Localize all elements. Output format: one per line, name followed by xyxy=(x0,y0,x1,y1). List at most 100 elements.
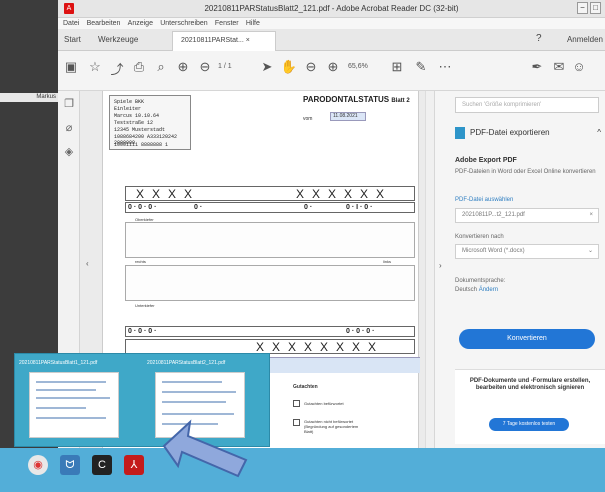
trial-button[interactable]: 7 Tage kostenlos testen xyxy=(489,418,569,431)
help-icon[interactable]: ? xyxy=(536,33,542,44)
thumbnail-label-1: 20210811PARStatusBlatt1_121.pdf xyxy=(19,360,98,366)
collapse-right-icon[interactable]: › xyxy=(439,261,442,270)
unterkiefer-label: Unterkiefer xyxy=(135,303,155,308)
select-cursor-icon[interactable]: ➤ xyxy=(258,59,276,75)
language-value: Deutsch Ändern xyxy=(455,286,498,294)
format-select-value: Microsoft Word (*.docx) xyxy=(462,248,525,254)
pages-thumbnail-icon[interactable]: ❐ xyxy=(62,97,76,110)
save-icon[interactable]: ▣ xyxy=(62,59,80,75)
vom-label: vom xyxy=(303,116,313,122)
maximize-button[interactable]: □ xyxy=(590,2,601,14)
zoom-in-icon[interactable]: ⊕ xyxy=(324,59,342,75)
links-label: links xyxy=(383,259,392,264)
collapse-left-icon[interactable]: ‹ xyxy=(86,259,89,268)
card-line: Marcus 10.10.64 xyxy=(114,113,160,119)
hand-tool-icon[interactable]: ✋ xyxy=(280,59,298,75)
left-pane-label: Markus xyxy=(0,93,58,102)
language-value-text: Deutsch xyxy=(455,287,478,293)
zoom-level[interactable]: 65,6% xyxy=(348,63,368,70)
selected-file-field[interactable]: 20210811P...t2_121.pdf × xyxy=(455,208,599,223)
selected-file-name: 20210811P...t2_121.pdf xyxy=(462,212,525,218)
export-pdf-label: PDF-Datei exportieren xyxy=(470,128,550,137)
menu-anzeige[interactable]: Anzeige xyxy=(128,18,153,29)
tab-bar: Start Werkzeuge 20210811PARStat... × ? A… xyxy=(58,29,605,51)
tools-search-input[interactable]: Suchen 'Größe komprimieren' xyxy=(455,97,599,113)
layers-icon[interactable]: ◈ xyxy=(62,145,76,158)
checkbox-befuerwortet-label: Gutachten befürwortet xyxy=(304,401,344,406)
x-row-lower: XXXXXXXX xyxy=(125,339,415,354)
menu-datei[interactable]: Datei xyxy=(63,18,79,29)
right-tools-panel: › Suchen 'Größe komprimieren' PDF-Datei … xyxy=(434,91,605,448)
insurance-card-field: Spiele BKK Einleiter Marcus 10.10.64 Tes… xyxy=(109,95,191,150)
comment-icon[interactable]: ✎ xyxy=(412,59,430,75)
dental-app-icon[interactable]: ᗢ xyxy=(60,455,80,475)
title-bar: A 20210811PARStatusBlatt2_121.pdf - Adob… xyxy=(58,0,605,18)
fit-page-icon[interactable]: ⊞ xyxy=(388,59,406,75)
rechts-label: rechts xyxy=(135,259,146,264)
checkbox-befuerwortet[interactable] xyxy=(293,400,300,407)
chevron-up-icon[interactable]: ^ xyxy=(597,124,601,141)
checkbox-nicht-befuerwortet[interactable] xyxy=(293,419,300,426)
export-pdf-icon xyxy=(455,126,465,139)
zoom-out-icon[interactable]: ⊖ xyxy=(302,59,320,75)
chrome-icon[interactable]: ◉ xyxy=(28,455,48,475)
minimize-button[interactable]: − xyxy=(577,2,588,14)
menu-unterschreiben[interactable]: Unterschreiben xyxy=(160,18,207,29)
search-icon[interactable]: ⌕ xyxy=(152,59,170,75)
user-icon[interactable]: ☺ xyxy=(570,59,588,74)
more-tools-icon[interactable]: ⋯ xyxy=(436,59,454,75)
gutachten-label: Gutachten xyxy=(293,384,318,390)
number-row-lower: 0 · 0 · 0 · 0 · 0 · 0 · xyxy=(125,326,415,337)
page-up-icon[interactable]: ⊕ xyxy=(174,59,192,75)
language-label: Dokumentsprache: xyxy=(455,278,506,284)
remove-file-icon[interactable]: × xyxy=(589,209,593,222)
app-c-icon[interactable]: C xyxy=(92,455,112,475)
lower-teeth-chart xyxy=(125,265,415,301)
promo-text: PDF-Dokumente und -Formulare erstellen, … xyxy=(469,378,591,391)
card-line: 10001111 8888888 1 xyxy=(114,142,169,148)
export-heading: Adobe Export PDF xyxy=(455,157,517,164)
tab-document[interactable]: 20210811PARStat... × xyxy=(172,31,276,51)
export-description: PDF-Dateien in Word oder Excel Online ko… xyxy=(455,169,596,175)
choose-file-label: PDF-Datei auswählen xyxy=(455,197,514,203)
menu-bar: Datei Bearbeiten Anzeige Unterschreiben … xyxy=(58,18,605,29)
number-row-upper: 0 · 0 · 0 · 0 · 0 · I · 0 · 0 · xyxy=(125,202,415,213)
date-field[interactable]: 11.08.2021 xyxy=(330,112,366,121)
mail-icon[interactable]: ✉ xyxy=(550,59,568,75)
card-line: Spiele BKK xyxy=(114,99,145,105)
menu-bearbeiten[interactable]: Bearbeiten xyxy=(87,18,121,29)
taskbar: ◉ ᗢ C ⅄ xyxy=(0,448,605,492)
window-title: 20210811PARStatusBlatt2_121.pdf - Adobe … xyxy=(204,4,459,13)
card-line: Teststraße 12 xyxy=(114,120,154,126)
page-indicator[interactable]: 1 / 1 xyxy=(218,63,232,70)
tab-tools[interactable]: Werkzeuge xyxy=(98,35,138,44)
pointer-arrow-annotation xyxy=(162,419,248,478)
format-select[interactable]: Microsoft Word (*.docx) ⌄ xyxy=(455,244,599,259)
upper-teeth-chart xyxy=(125,222,415,258)
thumbnail-label-2: 20210811PARStatusBlatt2_121.pdf xyxy=(147,360,226,366)
convert-to-label: Konvertieren nach xyxy=(455,234,504,240)
chevron-down-icon: ⌄ xyxy=(587,248,593,254)
convert-button[interactable]: Konvertieren xyxy=(459,329,595,349)
language-change-link[interactable]: Ändern xyxy=(479,287,498,293)
x-row-upper: XXXX XXXXXX xyxy=(125,186,415,201)
promo-box: PDF-Dokumente und -Formulare erstellen, … xyxy=(455,369,605,444)
acrobat-taskbar-icon[interactable]: ⅄ xyxy=(124,455,144,475)
card-line: Einleiter xyxy=(114,106,142,112)
thumbnail-preview-1[interactable] xyxy=(29,372,119,438)
signin-link[interactable]: Anmelden xyxy=(567,35,603,44)
vertical-scrollbar[interactable] xyxy=(425,91,434,448)
page-down-icon[interactable]: ⊖ xyxy=(196,59,214,75)
card-line: 12345 Musterstadt xyxy=(114,127,166,133)
menu-fenster[interactable]: Fenster xyxy=(215,18,239,29)
share-icon[interactable]: ⤴ xyxy=(108,59,126,78)
tab-start[interactable]: Start xyxy=(64,35,81,44)
toolbar: ▣ ☆ ⤴ ⎙ ⌕ ⊕ ⊖ 1 / 1 ➤ ✋ ⊖ ⊕ 65,6% ⊞ ✎ ⋯ … xyxy=(58,51,605,91)
print-icon[interactable]: ⎙ xyxy=(130,59,148,75)
bookmark-star-icon[interactable]: ☆ xyxy=(86,59,104,75)
menu-hilfe[interactable]: Hilfe xyxy=(246,18,260,29)
sign-icon[interactable]: ✒ xyxy=(528,59,546,75)
attachment-icon[interactable]: ⌀ xyxy=(62,121,76,134)
export-pdf-tool[interactable]: PDF-Datei exportieren ^ xyxy=(455,124,601,141)
pdf-title: PARODONTALSTATUS Blatt 2 xyxy=(303,95,410,104)
